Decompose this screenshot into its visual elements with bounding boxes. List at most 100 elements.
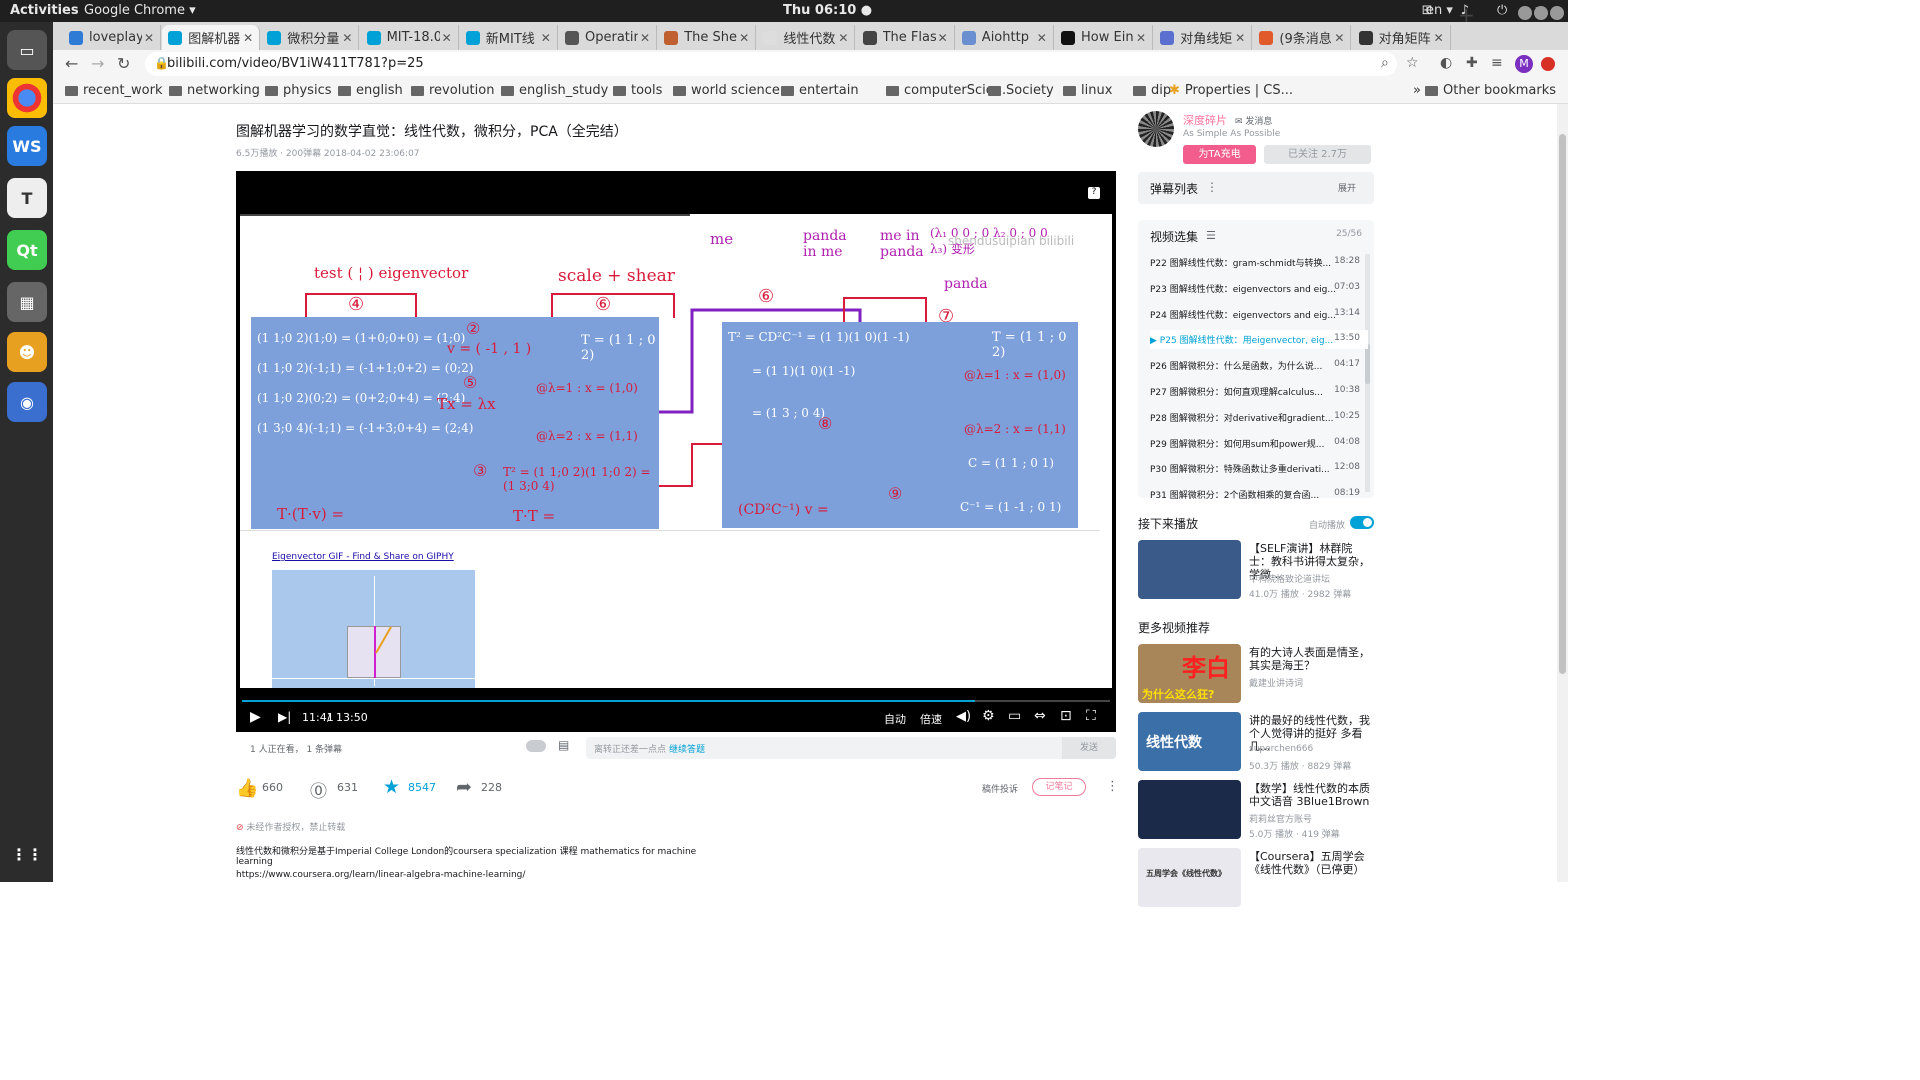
playlist-item[interactable]: P23 图解线性代数：eigenvectors and eig... 07:03 <box>1150 282 1368 295</box>
page-scrollbar[interactable] <box>1557 104 1568 882</box>
rec-card[interactable]: 线性代数 讲的最好的线性代数，我个人觉得讲的挺好 多看几... superchen6… <box>1138 712 1374 772</box>
report-link[interactable]: 稿件投诉 <box>982 782 1018 795</box>
bookmark-star-icon[interactable]: ☆ <box>1406 55 1419 71</box>
close-tab-icon[interactable]: ✕ <box>1134 31 1148 45</box>
bookmark-0[interactable]: recent_work <box>65 83 163 98</box>
coin-icon[interactable]: ⓪ <box>310 777 327 802</box>
tab-12[interactable]: (9条消息 ✕ <box>1253 25 1352 50</box>
rec-author[interactable]: 中科院格致论道讲坛 <box>1249 572 1330 585</box>
rec-author[interactable]: superchen666 <box>1249 744 1313 754</box>
tab-6[interactable]: The Shel ✕ <box>658 25 757 50</box>
back-icon[interactable]: ← <box>65 54 78 73</box>
bookmarks-overflow-icon[interactable]: » <box>1413 83 1421 98</box>
tab-11[interactable]: 对角线矩 ✕ <box>1154 25 1253 50</box>
minimize-button[interactable] <box>1518 6 1532 20</box>
bookmark-8[interactable]: entertain <box>781 83 859 98</box>
webfull-icon[interactable]: ⊡ <box>1060 708 1072 724</box>
close-tab-icon[interactable]: ✕ <box>142 31 156 45</box>
rec-title[interactable]: 有的大诗人表面是情圣，其实是海王？ <box>1249 646 1374 672</box>
close-tab-icon[interactable]: ✕ <box>340 31 354 45</box>
quality-button[interactable]: 自动 <box>884 711 906 727</box>
tab-13[interactable]: 对角矩阵 ✕ <box>1353 25 1451 50</box>
video-frame[interactable]: test ( ¦ ) eigenvector scale + shear me … <box>240 214 1112 688</box>
app-menu[interactable]: Google Chrome ▾ <box>84 3 196 18</box>
rec-thumbnail[interactable]: 李白 为什么这么狂? <box>1138 644 1241 703</box>
eigenvector-gif[interactable] <box>272 570 475 688</box>
bookmark-14[interactable]: Other bookmarks <box>1424 83 1556 98</box>
clock[interactable]: Thu 06:10 ● <box>783 3 872 18</box>
uploader-name[interactable]: 深度碎片 <box>1183 112 1227 128</box>
playlist-item[interactable]: P29 图解微积分：如何用sum和power规... 04:08 <box>1150 437 1368 450</box>
rec-thumbnail[interactable] <box>1138 540 1241 599</box>
maximize-button[interactable] <box>1534 6 1548 20</box>
close-tab-icon[interactable]: ✕ <box>836 31 850 45</box>
close-tab-icon[interactable]: ✕ <box>1035 31 1049 45</box>
playlist-item[interactable]: P31 图解微积分：2个函数相乘的复合函... 08:19 <box>1150 488 1368 501</box>
tab-8[interactable]: The Flas ✕ <box>857 25 955 50</box>
continue-quiz-link[interactable]: 继续答题 <box>669 742 705 755</box>
chrome-icon[interactable] <box>7 78 47 118</box>
bookmark-10[interactable]: Society <box>988 83 1054 98</box>
progress-bar[interactable] <box>242 700 1110 702</box>
next-icon[interactable]: ▶| <box>278 710 291 724</box>
tab-3[interactable]: MIT-18.0 ✕ <box>361 25 459 50</box>
bookmark-6[interactable]: tools <box>613 83 662 98</box>
webstorm-icon[interactable]: WS <box>7 126 47 166</box>
rec-author[interactable]: 莉莉丝官方账号 <box>1249 812 1312 825</box>
like-icon[interactable]: 👍 <box>236 778 258 799</box>
show-apps-icon[interactable]: ⋮⋮ <box>7 834 47 874</box>
bookmark-3[interactable]: english <box>338 83 403 98</box>
bookmark-1[interactable]: networking <box>169 83 260 98</box>
danmu-list-more-icon[interactable]: ⋮ <box>1206 180 1218 194</box>
send-button[interactable]: 发送 <box>1062 737 1116 759</box>
settings-icon[interactable]: ⚙ <box>982 708 995 724</box>
close-window-button[interactable] <box>1550 6 1564 20</box>
close-tab-icon[interactable]: ✕ <box>638 31 652 45</box>
forward-icon[interactable]: → <box>91 54 104 73</box>
playlist-item[interactable]: P27 图解微积分：如何直观理解calculus... 10:38 <box>1150 385 1368 398</box>
bookmark-12[interactable]: dip <box>1133 83 1171 98</box>
follow-button[interactable]: 已关注 2.7万 <box>1264 145 1371 164</box>
bookmark-5[interactable]: english_study <box>501 83 608 98</box>
playlist-item[interactable]: P22 图解线性代数：gram-schmidt与转换... 18:28 <box>1150 256 1368 269</box>
address-bar[interactable]: 🔒 bilibili.com/video/BV1iW411T781?p=25 <box>145 52 1397 76</box>
uploader-avatar[interactable] <box>1138 111 1174 147</box>
danmu-toggle[interactable] <box>526 740 546 752</box>
close-tab-icon[interactable]: ✕ <box>1332 31 1346 45</box>
fullscreen-icon[interactable]: ⛶ <box>1086 708 1096 724</box>
qt-icon[interactable]: Qt <box>7 230 47 270</box>
bookmark-4[interactable]: revolution <box>411 83 494 98</box>
tab-1[interactable]: 图解机器 ✕ <box>162 25 261 50</box>
charge-button[interactable]: 为TA充电 <box>1183 145 1256 164</box>
close-tab-icon[interactable]: ✕ <box>440 31 454 45</box>
bookmark-13[interactable]: ✱ Properties | CS... <box>1169 83 1293 98</box>
player-help-icon[interactable]: ? <box>1088 187 1100 199</box>
activities-button[interactable]: Activities <box>10 3 79 18</box>
search-icon[interactable]: ⌕ <box>1381 55 1389 71</box>
rec-title[interactable]: 【数学】线性代数的本质 中文语音 3Blue1Brown <box>1249 782 1374 808</box>
tab-2[interactable]: 微积分量 ✕ <box>261 25 360 50</box>
files-icon[interactable]: ▭ <box>7 30 47 70</box>
autoplay-toggle[interactable] <box>1350 516 1374 529</box>
danmu-settings-icon[interactable]: ▤ <box>558 738 569 752</box>
rec-thumbnail[interactable]: 线性代数 <box>1138 712 1241 771</box>
volume-icon[interactable]: ◀) <box>956 709 971 724</box>
puzzle-icon[interactable]: ✚ <box>1466 55 1478 71</box>
danmu-expand-button[interactable]: 展开 <box>1338 181 1356 194</box>
bookmark-2[interactable]: physics <box>265 83 332 98</box>
playlist-item[interactable]: P28 图解微积分：对derivative和gradient... 10:25 <box>1150 411 1368 424</box>
rec-author[interactable]: 戴建业讲诗词 <box>1249 676 1303 689</box>
tab-4[interactable]: 新MIT线 ✕ <box>460 25 558 50</box>
update-icon[interactable] <box>1541 57 1555 71</box>
rec-title[interactable]: 【Coursera】五周学会《线性代数》（已停更） <box>1249 850 1374 876</box>
desc-link[interactable]: https://www.coursera.org/learn/linear-al… <box>236 870 525 880</box>
playlist-item[interactable]: P24 图解线性代数：eigenvectors and eig... 13:14 <box>1150 308 1368 321</box>
speed-button[interactable]: 倍速 <box>920 711 942 727</box>
rec-thumbnail[interactable] <box>1138 780 1241 839</box>
pip-icon[interactable]: ▭ <box>1008 708 1021 724</box>
profile-avatar[interactable]: M <box>1515 55 1533 73</box>
extension-icon[interactable]: ◐ <box>1440 55 1452 71</box>
play-overlay-icon[interactable] <box>1046 658 1086 684</box>
bookmark-11[interactable]: linux <box>1063 83 1112 98</box>
close-tab-icon[interactable]: ✕ <box>1233 31 1247 45</box>
